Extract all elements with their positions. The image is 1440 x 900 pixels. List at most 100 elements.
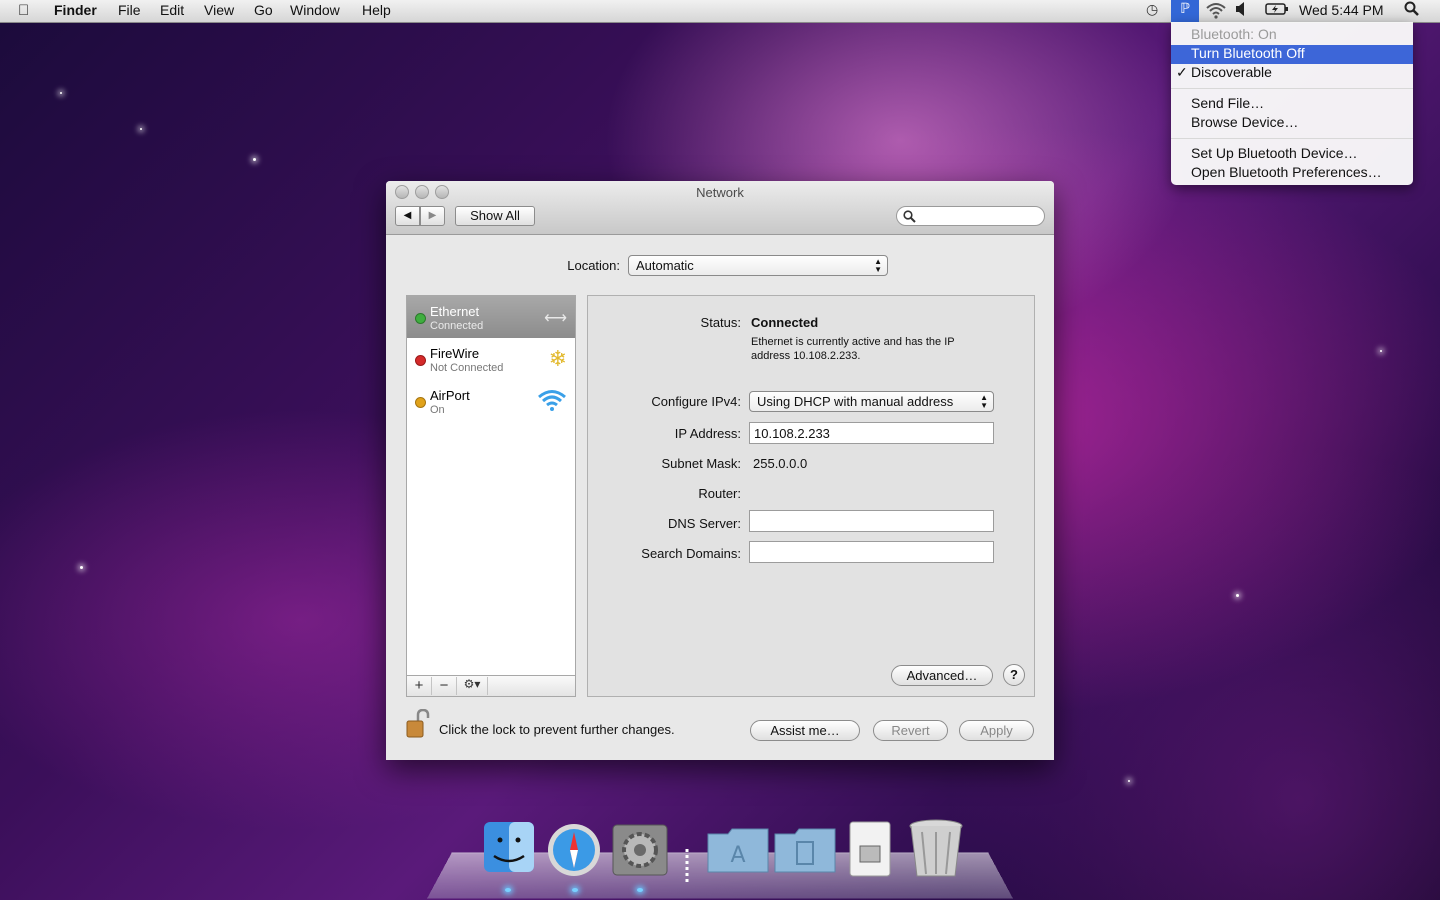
- lock-icon[interactable]: [406, 708, 430, 744]
- running-indicator: [572, 888, 578, 892]
- revert-button[interactable]: Revert: [873, 720, 948, 741]
- location-popup[interactable]: Automatic ▲ ▼: [628, 255, 888, 276]
- remove-service-button[interactable]: −: [432, 677, 457, 695]
- service-list: Ethernet Connected ⟷ FireWire Not Connec…: [406, 295, 576, 697]
- assist-me-button[interactable]: Assist me…: [750, 720, 860, 741]
- configure-ipv4-popup[interactable]: Using DHCP with manual address ▲ ▼: [749, 391, 994, 412]
- forward-button[interactable]: ▶: [420, 206, 445, 226]
- popup-arrows-icon: ▲ ▼: [874, 257, 882, 274]
- menu-go[interactable]: Go: [254, 2, 273, 18]
- service-status: Connected: [430, 320, 484, 332]
- service-name: FireWire: [430, 346, 480, 361]
- turn-bluetooth-off-item[interactable]: Turn Bluetooth Off: [1171, 45, 1413, 64]
- browse-device-item[interactable]: Browse Device…: [1191, 114, 1298, 133]
- lock-message: Click the lock to prevent further change…: [439, 722, 675, 737]
- turn-bluetooth-off-label: Turn Bluetooth Off: [1191, 45, 1305, 61]
- show-all-button[interactable]: Show All: [455, 206, 535, 226]
- service-status: Not Connected: [430, 362, 504, 374]
- popup-arrows-icon: ▲ ▼: [980, 393, 988, 410]
- service-name: Ethernet: [430, 304, 480, 319]
- battery-icon[interactable]: [1265, 1, 1289, 20]
- clock[interactable]: Wed 5:44 PM: [1299, 2, 1384, 18]
- window-titlebar: Network ◀ ▶ Show All: [386, 181, 1054, 235]
- star: [140, 128, 142, 130]
- router-label: Router:: [698, 486, 741, 501]
- menu-file[interactable]: File: [118, 2, 141, 18]
- menu-window[interactable]: Window: [290, 2, 340, 18]
- window-title: Network: [696, 185, 744, 200]
- time-machine-icon[interactable]: ◷: [1146, 1, 1158, 18]
- menu-separator: [1171, 88, 1413, 89]
- checkmark-icon: ✓: [1176, 64, 1188, 80]
- send-file-item[interactable]: Send File…: [1191, 95, 1264, 114]
- back-button[interactable]: ◀: [395, 206, 420, 226]
- configure-ipv4-label: Configure IPv4:: [651, 394, 741, 409]
- svg-text:A: A: [730, 843, 745, 868]
- location-value: Automatic: [636, 258, 694, 273]
- apple-menu-icon[interactable]: : [18, 2, 29, 19]
- network-preferences-window: Network ◀ ▶ Show All Location: Automatic…: [386, 181, 1054, 760]
- bluetooth-icon[interactable]: ℙ: [1171, 0, 1199, 22]
- search-domains-field[interactable]: [749, 541, 994, 563]
- help-button[interactable]: ?: [1003, 664, 1025, 686]
- advanced-button[interactable]: Advanced…: [891, 665, 993, 686]
- volume-icon[interactable]: [1235, 1, 1247, 20]
- star: [253, 158, 256, 161]
- search-field[interactable]: [896, 206, 1045, 226]
- dock-separator: [677, 845, 697, 896]
- apply-button[interactable]: Apply: [959, 720, 1034, 741]
- dns-server-field[interactable]: [749, 510, 994, 532]
- service-firewire[interactable]: FireWire Not Connected ❄: [407, 338, 575, 380]
- trash-icon[interactable]: [908, 818, 964, 891]
- star: [60, 92, 62, 94]
- ethernet-icon: ⟷: [544, 310, 567, 327]
- airport-wifi-icon: [537, 388, 567, 418]
- safari-icon[interactable]: [546, 822, 602, 889]
- location-label: Location:: [567, 258, 620, 273]
- running-indicator: [505, 888, 511, 892]
- ip-address-field[interactable]: 10.108.2.233: [749, 422, 994, 444]
- add-service-button[interactable]: +: [407, 677, 432, 695]
- star: [1380, 350, 1382, 352]
- on-status-dot: [415, 397, 426, 408]
- connected-status-dot: [415, 313, 426, 324]
- menu-view[interactable]: View: [204, 2, 234, 18]
- documents-folder-icon[interactable]: [773, 826, 837, 885]
- configure-ipv4-value: Using DHCP with manual address: [757, 394, 954, 409]
- system-preferences-icon[interactable]: [612, 824, 668, 887]
- wifi-icon[interactable]: [1205, 1, 1227, 22]
- applications-folder-icon[interactable]: A: [706, 826, 770, 885]
- service-name: AirPort: [430, 388, 470, 403]
- finder-icon[interactable]: [482, 820, 536, 885]
- service-list-toolbar: + − ⚙▾: [406, 675, 576, 697]
- bluetooth-status-item: Bluetooth: On: [1191, 26, 1277, 42]
- subnet-mask-label: Subnet Mask:: [661, 456, 742, 471]
- service-airport[interactable]: AirPort On: [407, 380, 575, 422]
- star: [80, 566, 83, 569]
- menu-separator: [1171, 138, 1413, 139]
- service-ethernet[interactable]: Ethernet Connected ⟷: [407, 296, 575, 338]
- forward-arrow-icon: ▶: [428, 210, 437, 221]
- star: [1128, 780, 1130, 782]
- open-bluetooth-preferences-item[interactable]: Open Bluetooth Preferences…: [1191, 164, 1382, 183]
- menu-help[interactable]: Help: [362, 2, 391, 18]
- search-icon: [903, 210, 916, 223]
- menu-edit[interactable]: Edit: [160, 2, 184, 18]
- bluetooth-dropdown-menu: Bluetooth: On Turn Bluetooth Off ✓ Disco…: [1171, 22, 1413, 185]
- status-value: Connected: [751, 315, 819, 330]
- star: [1236, 594, 1239, 597]
- setup-bluetooth-device-item[interactable]: Set Up Bluetooth Device…: [1191, 145, 1358, 164]
- service-status: On: [430, 404, 445, 416]
- disconnected-status-dot: [415, 355, 426, 366]
- service-action-menu-button[interactable]: ⚙▾: [457, 677, 488, 695]
- subnet-mask-value: 255.0.0.0: [753, 456, 808, 471]
- menu-app-name[interactable]: Finder: [54, 2, 97, 18]
- search-domains-label: Search Domains:: [641, 546, 741, 561]
- downloads-stack-icon[interactable]: [848, 820, 892, 889]
- ip-address-label: IP Address:: [674, 426, 741, 441]
- status-description-line1: Ethernet is currently active and has the…: [751, 336, 955, 348]
- discoverable-item[interactable]: Discoverable: [1191, 64, 1272, 83]
- running-indicator: [637, 888, 643, 892]
- spotlight-icon[interactable]: [1404, 1, 1420, 20]
- menu-bar:  Finder File Edit View Go Window Help ◷…: [0, 0, 1440, 23]
